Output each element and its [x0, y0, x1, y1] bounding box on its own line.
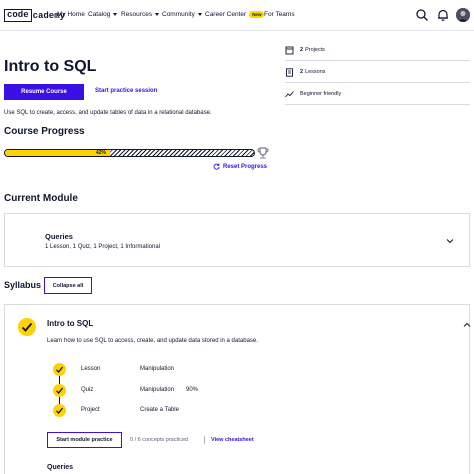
- nav-my-home[interactable]: My Home: [57, 11, 85, 18]
- new-badge: New: [249, 11, 265, 18]
- current-module-meta: 1 Lesson, 1 Quiz, 1 Project, 1 Informati…: [45, 244, 161, 250]
- check-icon: [53, 404, 66, 417]
- trophy-icon: [257, 147, 269, 159]
- next-module-name[interactable]: Queries: [47, 464, 73, 471]
- chevron-down-icon: [113, 13, 118, 16]
- concepts-practiced: 0 / 6 concepts practiced: [130, 437, 189, 443]
- nav-community[interactable]: Community: [162, 11, 202, 18]
- timeline-connector: [59, 376, 60, 384]
- item-label: Create a Table: [140, 407, 179, 413]
- progress-bar-fill: [5, 150, 110, 156]
- item-label: Manipulation: [140, 387, 175, 393]
- level-icon: [285, 90, 294, 97]
- nav-resources-label: Resources: [121, 11, 153, 18]
- check-icon: [53, 384, 66, 397]
- course-description: Use SQL to create, access, and update ta…: [4, 110, 212, 116]
- info-projects: 2 Projects: [285, 40, 470, 61]
- nav-catalog[interactable]: Catalog: [88, 11, 118, 18]
- lessons-count: 2: [300, 69, 304, 75]
- item-type: Project: [81, 407, 100, 413]
- nav-community-label: Community: [162, 11, 195, 18]
- avatar[interactable]: [456, 8, 470, 22]
- nav-career-center-label: Career Center: [205, 11, 247, 18]
- chevron-down-icon: [155, 13, 160, 16]
- divider: [204, 436, 205, 444]
- level-text: Beginner friendly: [300, 91, 342, 97]
- item-label: Manipulation: [140, 366, 175, 372]
- check-icon: [53, 363, 66, 376]
- info-lessons: 2 Lessons: [285, 62, 470, 83]
- item-score: 90%: [186, 387, 199, 393]
- page-title: Intro to SQL: [4, 58, 97, 75]
- search-icon[interactable]: [415, 8, 429, 22]
- current-module-name: Queries: [45, 232, 73, 241]
- syllabus-item[interactable]: Project Create a Table: [53, 404, 353, 418]
- resume-course-button[interactable]: Resume Course: [4, 84, 84, 100]
- syllabus-module-name[interactable]: Intro to SQL: [47, 319, 93, 328]
- chevron-up-icon[interactable]: [463, 321, 471, 329]
- bell-icon[interactable]: [436, 8, 450, 22]
- avatar-image: [456, 8, 470, 22]
- info-level: Beginner friendly: [285, 84, 470, 105]
- nav-catalog-label: Catalog: [88, 11, 111, 18]
- logo-box: code: [4, 9, 32, 22]
- nav-for-teams-label: For Teams: [264, 11, 295, 18]
- start-module-practice-button[interactable]: Start module practice: [47, 432, 122, 448]
- codecademy-logo[interactable]: code cademy: [4, 9, 65, 22]
- course-progress-heading: Course Progress: [4, 126, 85, 137]
- syllabus-heading: Syllabus: [4, 280, 42, 290]
- item-type: Lesson: [81, 366, 101, 372]
- progress-percent: 42%: [95, 150, 108, 156]
- projects-count: 2: [300, 47, 304, 53]
- view-cheatsheet-link[interactable]: View cheatsheet: [211, 437, 254, 443]
- nav-for-teams[interactable]: For Teams: [264, 11, 295, 18]
- reset-progress-button[interactable]: Reset Progress: [213, 163, 267, 170]
- nav-my-home-label: My Home: [57, 11, 85, 18]
- lessons-icon: [286, 67, 293, 77]
- reset-progress-label: Reset Progress: [223, 163, 268, 170]
- chevron-down-icon: [197, 13, 202, 16]
- lessons-text: Lessons: [305, 69, 326, 75]
- current-module-card[interactable]: Queries 1 Lesson, 1 Quiz, 1 Project, 1 I…: [4, 213, 470, 267]
- progress-bar: [4, 149, 255, 157]
- item-type: Quiz: [81, 387, 94, 393]
- nav-resources[interactable]: Resources: [121, 11, 160, 18]
- start-practice-session-link[interactable]: Start practice session: [95, 88, 157, 94]
- current-module-heading: Current Module: [4, 193, 78, 204]
- nav-career-center[interactable]: Career Center New: [205, 11, 265, 18]
- top-nav: code cademy My Home Catalog Resources Com…: [0, 0, 474, 31]
- syllabus-item[interactable]: Lesson Manipulation: [53, 363, 353, 384]
- syllabus-module-description: Learn how to use SQL to access, create, …: [47, 338, 258, 344]
- projects-text: Projects: [305, 47, 325, 53]
- module-complete-check-icon: [18, 318, 36, 336]
- projects-icon: [285, 46, 294, 54]
- chevron-down-icon[interactable]: [446, 237, 454, 245]
- collapse-all-button[interactable]: Collapse all: [44, 277, 92, 294]
- syllabus-item[interactable]: Quiz Manipulation 90%: [53, 384, 353, 405]
- refresh-icon: [213, 163, 220, 170]
